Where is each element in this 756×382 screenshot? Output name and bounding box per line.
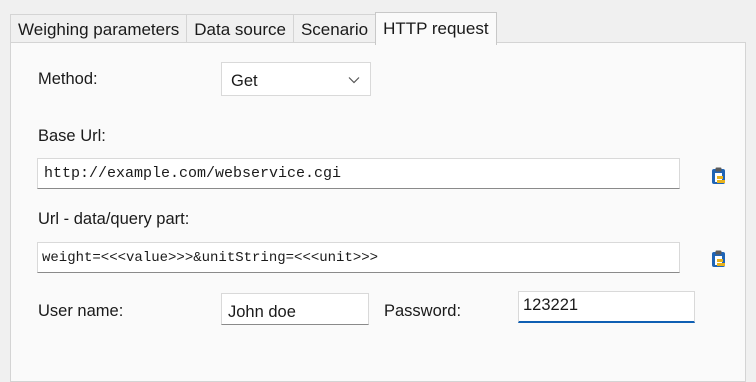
tab-data-source[interactable]: Data source: [186, 14, 294, 45]
password-label: Password:: [384, 302, 462, 320]
query-value: weight=<<<value>>>&unitString=<<<unit>>>: [42, 249, 379, 266]
tab-bar: Weighing parameters Data source Scenario…: [10, 10, 497, 45]
tab-scenario[interactable]: Scenario: [292, 14, 377, 45]
base-url-label: Base Url:: [38, 127, 106, 145]
username-value: John doe: [228, 302, 296, 321]
query-label: Url - data/query part:: [38, 210, 190, 228]
method-label: Method:: [38, 70, 98, 88]
username-label: User name:: [38, 302, 124, 320]
paste-query-button[interactable]: [708, 250, 730, 272]
method-select[interactable]: Get: [221, 62, 371, 96]
username-input[interactable]: John doe: [221, 293, 369, 325]
query-input[interactable]: weight=<<<value>>>&unitString=<<<unit>>>: [37, 242, 680, 273]
clipboard-paste-icon: [709, 166, 729, 191]
base-url-input[interactable]: http://example.com/webservice.cgi: [37, 158, 680, 189]
base-url-value: http://example.com/webservice.cgi: [44, 165, 342, 182]
http-request-panel: Method: Get Base Url: http://example.com…: [10, 42, 746, 382]
password-input[interactable]: 123221: [518, 291, 695, 323]
paste-base-url-button[interactable]: [708, 167, 730, 189]
clipboard-paste-icon: [709, 249, 729, 274]
method-selected-value: Get: [231, 71, 258, 90]
chevron-down-icon: [348, 73, 360, 85]
tab-weighing-parameters[interactable]: Weighing parameters: [10, 14, 188, 45]
tab-http-request[interactable]: HTTP request: [375, 12, 497, 45]
password-value: 123221: [523, 296, 579, 314]
